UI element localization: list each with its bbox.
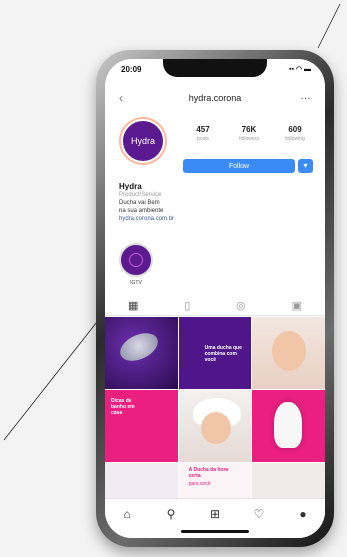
profile-bio: Hydra Product/Service Ducha vai Bem na s… (119, 183, 309, 223)
post-caption: Dicas de banho em casa (111, 398, 135, 416)
heart-icon[interactable]: ♡ (251, 507, 267, 521)
status-time: 20:09 (121, 65, 142, 74)
grid-post-woman[interactable] (252, 317, 325, 389)
stat-label: following (285, 136, 305, 142)
bio-line-2: na sua ambiente (119, 208, 164, 214)
grid-post-showerhead[interactable] (105, 317, 178, 389)
face-image (272, 331, 307, 371)
status-system-icons: ▪▪ ◠ ▬ (289, 66, 311, 73)
stat-label: posts (197, 136, 209, 142)
profile-link[interactable]: hydra.corona.com.br (119, 215, 309, 223)
phone-frame: 20:09 ▪▪ ◠ ▬ ‹ hydra.corona … Hydra 457 … (96, 50, 334, 547)
stat-followers[interactable]: 76K followers (229, 125, 269, 142)
stat-value: 76K (241, 125, 257, 134)
shower-product-image (274, 402, 303, 448)
highlight-label: IGTV (130, 280, 142, 286)
suggestions-chevron-button[interactable]: ▾ (298, 159, 313, 173)
more-icon[interactable]: … (300, 90, 311, 102)
post-grid: Uma ducha que combina com você Dicas de … (105, 317, 325, 535)
home-icon[interactable]: ⌂ (119, 507, 135, 521)
post-caption-sub: para você (188, 481, 211, 487)
profile-stats: 457 posts 76K followers 609 following (183, 125, 315, 142)
highlight-icon (129, 253, 143, 267)
home-indicator (181, 530, 249, 533)
follow-button[interactable]: Follow (183, 159, 295, 173)
grid-tab-icon[interactable]: ▦ (128, 299, 138, 312)
profile-name: Hydra (119, 182, 142, 191)
igtv-tab-icon[interactable]: ▯ (184, 299, 190, 312)
guides-tab-icon[interactable]: ◎ (236, 299, 246, 312)
grid-post-text-pink[interactable]: Dicas de banho em casa (105, 390, 178, 462)
showerhead-image (115, 327, 163, 367)
highlight-cover (119, 243, 153, 277)
grid-post-child[interactable] (178, 390, 252, 462)
post-caption: A Ducha da hora certa (188, 467, 229, 479)
avatar-logo: Hydra (121, 119, 165, 163)
grid-post-product[interactable] (252, 390, 325, 462)
tagged-tab-icon[interactable]: ▣ (292, 299, 302, 312)
face-image (200, 412, 231, 444)
stat-posts[interactable]: 457 posts (183, 125, 223, 142)
status-bar: 20:09 ▪▪ ◠ ▬ (105, 65, 325, 79)
avatar[interactable]: Hydra (119, 117, 167, 165)
stat-label: followers (239, 136, 259, 142)
story-highlight[interactable]: IGTV (119, 243, 153, 286)
phone-screen: 20:09 ▪▪ ◠ ▬ ‹ hydra.corona … Hydra 457 … (105, 59, 325, 538)
profile-username: hydra.corona (188, 93, 242, 103)
profile-icon[interactable]: ● (295, 507, 311, 521)
top-nav: ‹ hydra.corona … (105, 89, 325, 107)
profile-category: Product/Service (119, 192, 162, 198)
add-post-icon[interactable]: ⊞ (207, 507, 223, 521)
search-icon[interactable]: ⚲ (163, 507, 179, 521)
profile-tabs: ▦ ▯ ◎ ▣ (105, 295, 325, 316)
stat-following[interactable]: 609 following (275, 125, 315, 142)
post-caption: Uma ducha que combina com você (204, 345, 242, 363)
bio-line-1: Ducha vai Bem (119, 200, 160, 206)
stat-value: 457 (196, 125, 210, 134)
stat-value: 609 (288, 125, 302, 134)
grid-post-text-purple[interactable]: Uma ducha que combina com você (178, 317, 252, 389)
